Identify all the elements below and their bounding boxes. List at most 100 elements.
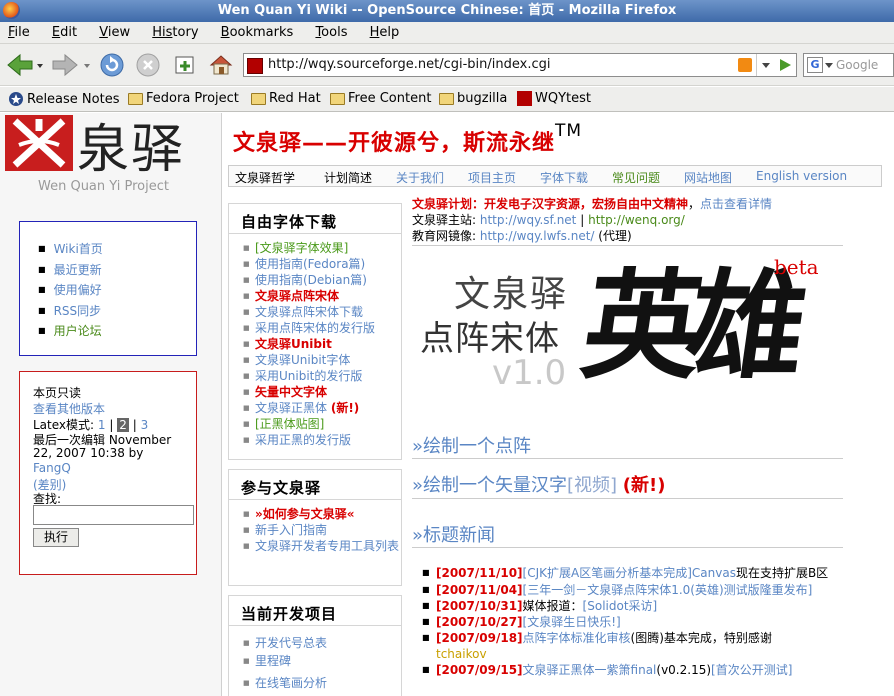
sidebar-item-recent-changes[interactable]: 最近更新 [54, 263, 102, 277]
folder-icon [251, 92, 266, 105]
stop-icon [136, 53, 160, 77]
last-edit-line2: 22, 2007 10:38 by [33, 446, 144, 460]
banner-calligraphy: 英雄 [574, 256, 802, 395]
link-guide-debian[interactable]: 使用指南(Debian篇) [243, 272, 401, 288]
wiki-search-input[interactable] [33, 505, 194, 525]
new-badge: (新!) [622, 475, 666, 496]
sidebar-item-rss[interactable]: RSS同步 [54, 304, 102, 318]
menu-tools[interactable]: Tools [315, 22, 347, 40]
news-item: [2007/10/31]媒体报道：[Solidot采访] [422, 598, 836, 614]
video-link[interactable]: [视频] [567, 475, 617, 496]
author-link[interactable]: FangQ [33, 461, 71, 475]
draw-vector-link[interactable]: »绘制一个矢量汉字 [412, 475, 567, 496]
page-content: 泉驿 Wen Quan Yi Project Wiki首页 最近更新 使用偏好 … [0, 113, 894, 696]
google-engine-icon[interactable]: G [807, 57, 823, 73]
link-unibit[interactable]: 文泉驿Unibit [243, 336, 401, 352]
search-bar[interactable]: G Google [803, 53, 894, 77]
site-logo[interactable]: 泉驿 Wen Quan Yi Project [0, 113, 222, 208]
url-history-dropdown[interactable] [756, 54, 774, 76]
menu-bar: File Edit View History Bookmarks Tools H… [0, 22, 894, 44]
heading-draw-bitmap[interactable]: »绘制一个点阵 [412, 432, 531, 458]
link-beginner-guide[interactable]: 新手入门指南 [243, 522, 401, 538]
latex-mode-3[interactable]: 3 [141, 418, 149, 432]
tab-sitemap[interactable]: 网站地图 [684, 169, 732, 186]
back-button[interactable] [5, 51, 45, 79]
heading-draw-vector: »绘制一个矢量汉字[视频] (新!) [412, 471, 665, 497]
menu-file[interactable]: File [8, 22, 30, 40]
link-bitmap-song-distros[interactable]: 采用点阵宋体的发行版 [243, 320, 401, 336]
link-unibit-font[interactable]: 文泉驿Unibit字体 [243, 352, 401, 368]
tab-plan[interactable]: 计划简述 [324, 169, 372, 186]
link-bitmap-song[interactable]: 文泉驿点阵宋体 [243, 288, 401, 304]
link-bitmap-song-download[interactable]: 文泉驿点阵宋体下载 [243, 304, 401, 320]
main-site-link[interactable]: http://wqy.sf.net [480, 213, 577, 227]
mirror-line: 教育网镜像: http://wqy.lwfs.net/ (代理) [412, 229, 632, 243]
latex-mode-2[interactable]: 2 [117, 418, 129, 432]
link-codenames[interactable]: 开发代号总表 [243, 634, 401, 652]
link-stroke-analysis[interactable]: 在线笔画分析 [243, 674, 401, 692]
news-item: [2007/09/15]文泉驿正黑体一紫箫final(v0.2.15)[首次公开… [422, 662, 836, 678]
mirror-link[interactable]: http://wqy.lwfs.net/ [480, 229, 595, 243]
bookmark-free-content[interactable]: Free Content [330, 91, 431, 106]
tab-philosophy[interactable]: 文泉驿哲学 [235, 169, 295, 186]
tab-english[interactable]: English version [756, 169, 847, 183]
link-unibit-distros[interactable]: 采用Unibit的发行版 [243, 368, 401, 384]
wiki-search-button[interactable]: 执行 [33, 528, 79, 547]
link-zenhei[interactable]: 文泉驿正黑体 (新!) [243, 400, 401, 416]
bookmark-red-hat[interactable]: Red Hat [251, 91, 321, 106]
wqy-logo-mark [5, 115, 73, 171]
menu-bookmarks[interactable]: Bookmarks [221, 22, 294, 40]
panel-title: 自由字体下载 [229, 204, 401, 234]
forward-arrow-icon [52, 53, 90, 77]
url-bar[interactable]: http://wqy.sourceforge.net/cgi-bin/index… [243, 53, 797, 77]
go-arrow-icon [780, 59, 791, 71]
news-item: [2007/11/04][三年一剑－文泉驿点阵宋体1.0(英雄)测试版隆重发布] [422, 582, 836, 598]
link-dev-tools[interactable]: 文泉驿开发者专用工具列表 [243, 538, 401, 554]
release-banner[interactable]: 文泉驿 点阵宋体 v1.0 英雄 beta [412, 247, 843, 427]
home-button[interactable] [207, 51, 235, 79]
panel-font-downloads: 自由字体下载 [文泉驿字体效果] 使用指南(Fedora篇) 使用指南(Debi… [228, 203, 402, 460]
bookmark-wqytest[interactable]: WQYtest [517, 91, 591, 106]
link-zenhei-screenshots[interactable]: [正黑体贴图] [243, 416, 401, 432]
bookmark-release-notes[interactable]: Release Notes [8, 91, 119, 107]
wenq-site-link[interactable]: http://wenq.org/ [588, 213, 685, 227]
stop-button[interactable] [134, 51, 162, 79]
link-font-effects[interactable]: [文泉驿字体效果] [243, 240, 401, 256]
forward-button[interactable] [50, 51, 92, 79]
divider [412, 498, 843, 499]
panel-title: 当前开发项目 [229, 596, 401, 626]
menu-view[interactable]: View [99, 22, 130, 40]
tab-downloads[interactable]: 字体下载 [540, 169, 588, 186]
menu-help[interactable]: Help [370, 22, 400, 40]
tab-faq[interactable]: 常见问题 [612, 169, 660, 186]
link-vector-fonts[interactable]: 矢量中文字体 [243, 384, 401, 400]
tab-about[interactable]: 关于我们 [396, 169, 444, 186]
menu-history[interactable]: History [152, 22, 198, 40]
sidebar-item-wiki-home[interactable]: Wiki首页 [54, 242, 103, 256]
rss-feed-icon[interactable] [738, 58, 752, 72]
bookmark-bugzilla[interactable]: bugzilla [439, 91, 507, 106]
engine-dropdown-icon[interactable] [825, 63, 833, 69]
other-versions-link[interactable]: 查看其他版本 [33, 400, 105, 417]
link-milestones[interactable]: 里程碑 [243, 652, 401, 670]
link-zenhei-distros[interactable]: 采用正黑的发行版 [243, 432, 401, 448]
bookmark-fedora-project[interactable]: Fedora Project [128, 91, 239, 106]
latex-mode-1[interactable]: 1 [98, 418, 106, 432]
sidebar-item-forum[interactable]: 用户论坛 [54, 324, 102, 338]
site-tabs: 文泉驿哲学 计划简述 关于我们 项目主页 字体下载 常见问题 网站地图 Engl… [228, 165, 882, 187]
home-icon [209, 55, 233, 75]
new-badge: (新!) [330, 401, 360, 415]
plan-details-link[interactable]: 点击查看详情 [700, 197, 772, 211]
go-button[interactable] [777, 57, 793, 76]
folder-icon [128, 92, 143, 105]
new-tab-button[interactable] [171, 51, 199, 79]
reload-button[interactable] [98, 51, 126, 79]
search-input[interactable]: Google [836, 58, 878, 72]
link-guide-fedora[interactable]: 使用指南(Fedora篇) [243, 256, 401, 272]
left-sidebar: 泉驿 Wen Quan Yi Project Wiki首页 最近更新 使用偏好 … [0, 113, 222, 696]
sidebar-item-preferences[interactable]: 使用偏好 [54, 283, 102, 297]
link-how-to-join[interactable]: »如何参与文泉驿« [243, 506, 401, 522]
url-text[interactable]: http://wqy.sourceforge.net/cgi-bin/index… [268, 57, 551, 72]
menu-edit[interactable]: Edit [52, 22, 77, 40]
tab-project-home[interactable]: 项目主页 [468, 169, 516, 186]
